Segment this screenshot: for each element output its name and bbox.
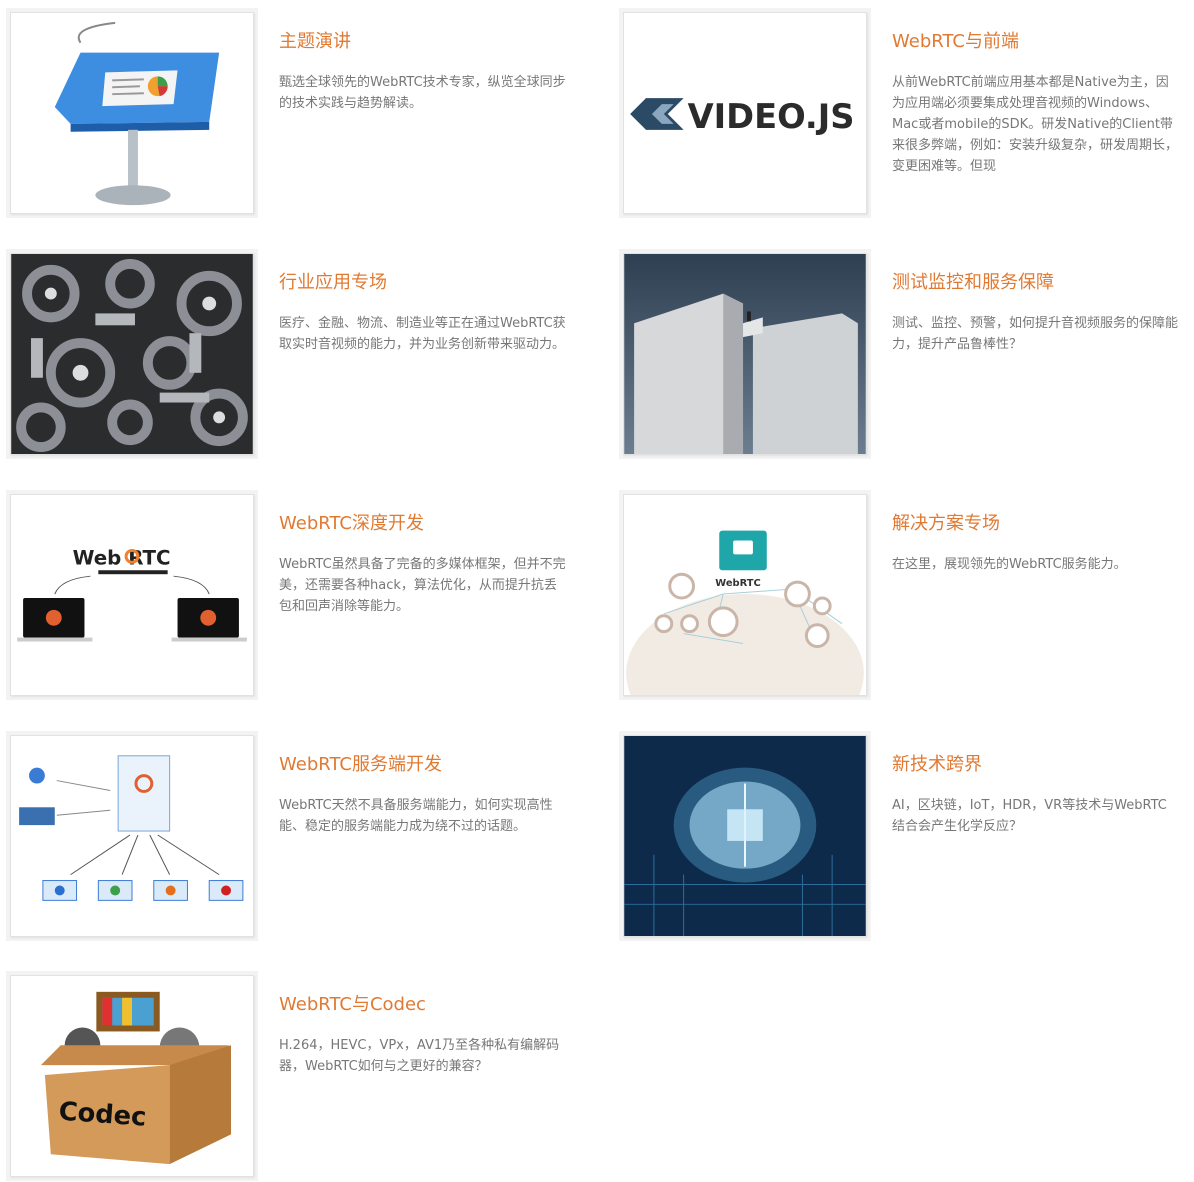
card-description: 医疗、金融、物流、制造业等正在通过WebRTC获取实时音视频的能力，并为业务创新… [279,316,566,352]
card-body: WebRTC深度开发 WebRTC虽然具备了完备的多媒体框架，但并不完美，还需要… [258,490,588,700]
codec-box-text: Codec [58,1097,148,1133]
card-title[interactable]: 解决方案专场 [892,512,1179,536]
card-title[interactable]: WebRTC与前端 [892,30,1179,54]
session-card-testing[interactable]: 测试监控和服务保障 测试、监控、预警，如何提升音视频服务的保障能力，提升产品鲁棒… [619,249,1194,459]
session-card-server-dev[interactable]: WebRTC服务端开发 WebRTC天然不具备服务端能力，如何实现高性能、稳定的… [6,731,588,941]
card-body: 主题演讲 甄选全球领先的WebRTC技术专家，纵览全球同步的技术实践与趋势解读。 [258,8,588,218]
card-body: 解决方案专场 在这里，展现领先的WebRTC服务能力。 [871,490,1194,700]
session-card-keynote[interactable]: 主题演讲 甄选全球领先的WebRTC技术专家，纵览全球同步的技术实践与趋势解读。 [6,8,588,218]
monolith-tower-image[interactable] [623,253,867,455]
card-description: H.264，HEVC，VPx，AV1乃至各种私有编解码器，WebRTC如何与之更… [279,1038,560,1074]
card-description: 在这里，展现领先的WebRTC服务能力。 [892,557,1127,572]
ai-brain-chip-image[interactable] [623,735,867,937]
card-description: 甄选全球领先的WebRTC技术专家，纵览全球同步的技术实践与趋势解读。 [279,75,566,111]
keynote-podium-icon[interactable] [10,12,254,214]
gears-image[interactable] [10,253,254,455]
card-body: 测试监控和服务保障 测试、监控、预警，如何提升音视频服务的保障能力，提升产品鲁棒… [871,249,1194,459]
card-title[interactable]: WebRTC深度开发 [279,512,566,536]
card-body: WebRTC与前端 从前WebRTC前端应用基本都是Native为主，因为应用端… [871,8,1194,218]
session-grid: 主题演讲 甄选全球领先的WebRTC技术专家，纵览全球同步的技术实践与趋势解读。… [0,0,1194,1182]
session-card-deep-dev[interactable]: Web RTC WebRTC深度开发 WebRTC虽然具备了完备的多媒体框架，但… [6,490,588,700]
card-title[interactable]: 测试监控和服务保障 [892,271,1179,295]
session-card-solutions[interactable]: WebRTC 解决方案专场 在这里，展现领先的WebRTC服务能力。 [619,490,1194,700]
videojs-logo[interactable]: VIDEO.JS [623,12,867,214]
videojs-logo-text: VIDEO.JS [688,97,855,136]
card-body: WebRTC服务端开发 WebRTC天然不具备服务端能力，如何实现高性能、稳定的… [258,731,588,941]
card-body: WebRTC与Codec H.264，HEVC，VPx，AV1乃至各种私有编解码… [258,971,588,1181]
webrtc-network-diagram[interactable]: WebRTC [623,494,867,696]
card-title[interactable]: 主题演讲 [279,30,566,54]
codec-box-image[interactable]: Codec [10,975,254,1177]
webrtc-server-diagram[interactable] [10,735,254,937]
webrtc-logo-text: Web RTC [73,546,171,569]
session-card-new-tech[interactable]: 新技术跨界 AI，区块链，IoT，HDR，VR等技术与WebRTC结合会产生化学… [619,731,1194,941]
card-title[interactable]: 行业应用专场 [279,271,566,295]
card-title[interactable]: WebRTC服务端开发 [279,753,566,777]
card-body: 行业应用专场 医疗、金融、物流、制造业等正在通过WebRTC获取实时音视频的能力… [258,249,588,459]
webrtc-small-logo-text: WebRTC [715,578,761,589]
card-description: WebRTC虽然具备了完备的多媒体框架，但并不完美，还需要各种hack，算法优化… [279,557,566,614]
card-description: AI，区块链，IoT，HDR，VR等技术与WebRTC结合会产生化学反应？ [892,798,1167,834]
session-card-codec[interactable]: Codec WebRTC与Codec H.264，HEVC，VPx，AV1乃至各… [6,971,588,1181]
card-description: 从前WebRTC前端应用基本都是Native为主，因为应用端必须要集成处理音视频… [892,75,1179,174]
card-title[interactable]: 新技术跨界 [892,753,1179,777]
card-description: WebRTC天然不具备服务端能力，如何实现高性能、稳定的服务端能力成为绕不过的话… [279,798,553,834]
webrtc-laptops-diagram[interactable]: Web RTC [10,494,254,696]
session-card-frontend[interactable]: VIDEO.JS WebRTC与前端 从前WebRTC前端应用基本都是Nativ… [619,8,1194,218]
card-body: 新技术跨界 AI，区块链，IoT，HDR，VR等技术与WebRTC结合会产生化学… [871,731,1194,941]
session-card-industry[interactable]: 行业应用专场 医疗、金融、物流、制造业等正在通过WebRTC获取实时音视频的能力… [6,249,588,459]
card-title[interactable]: WebRTC与Codec [279,993,566,1017]
card-description: 测试、监控、预警，如何提升音视频服务的保障能力，提升产品鲁棒性？ [892,316,1179,352]
